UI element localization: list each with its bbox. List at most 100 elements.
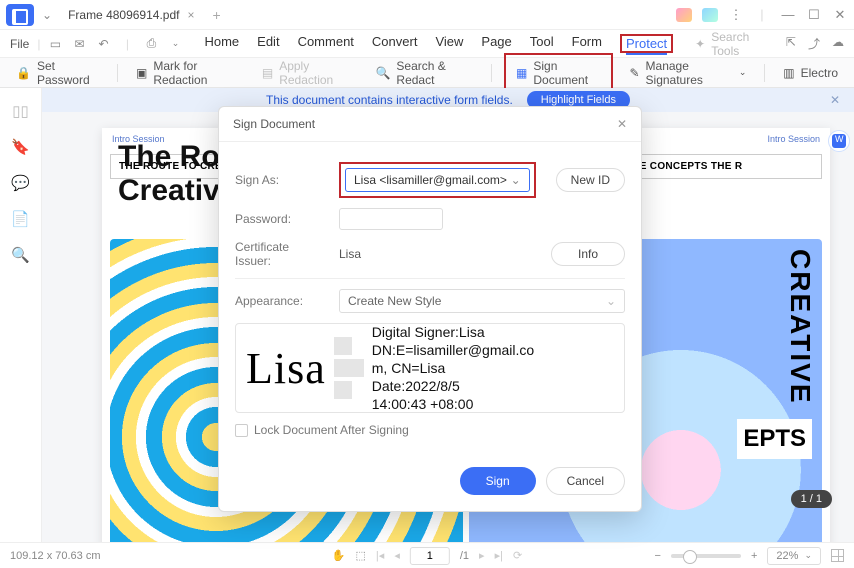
menu-edit[interactable]: Edit (257, 34, 279, 53)
cloud-icon[interactable]: ☁ (832, 35, 844, 52)
share-icon[interactable]: ⤴ (808, 35, 820, 52)
search-panel-icon[interactable]: 🔍 (11, 246, 30, 264)
print-caret-icon[interactable]: ⌄ (168, 38, 182, 49)
redact-icon: ▣ (136, 66, 147, 80)
menu-form[interactable]: Form (572, 34, 602, 53)
vertical-label: CREATIVE (784, 249, 816, 405)
manage-signatures-button[interactable]: ✎Manage Signatures⌄ (623, 55, 752, 91)
kebab-menu-icon[interactable]: ⋮ (728, 7, 744, 23)
search-redact-button[interactable]: 🔍Search & Redact (369, 55, 479, 91)
lock-label: Lock Document After Signing (254, 423, 409, 437)
mail-icon[interactable]: ✉ (72, 37, 86, 51)
chevron-down-icon: ⌄ (804, 550, 812, 561)
highlight-box-sign: ▦ Sign Document (504, 53, 613, 93)
separator (117, 64, 118, 82)
close-tab-icon[interactable]: × (187, 8, 194, 22)
file-menu[interactable]: File (10, 37, 29, 51)
menu-protect[interactable]: Protect (626, 36, 667, 55)
divider (235, 278, 625, 279)
menu-page[interactable]: Page (481, 34, 511, 53)
lock-icon: 🔒 (16, 66, 31, 80)
info-button[interactable]: Info (551, 242, 625, 266)
comments-icon[interactable]: 💬 (11, 174, 30, 192)
separator (764, 64, 765, 82)
menu-tool[interactable]: Tool (530, 34, 554, 53)
set-password-button[interactable]: 🔒 Set Password (10, 55, 105, 91)
view-mode-icon[interactable] (831, 549, 844, 562)
attachments-icon[interactable]: 📄 (11, 210, 30, 228)
print-icon[interactable]: ⎙ (144, 36, 158, 51)
banner-close-icon[interactable]: ✕ (830, 93, 840, 107)
last-page-icon[interactable]: ▸| (495, 549, 503, 562)
highlight-box-signas: Lisa <lisamiller@gmail.com> ⌄ (339, 162, 536, 198)
cancel-button[interactable]: Cancel (546, 467, 625, 495)
dialog-close-icon[interactable]: ✕ (617, 117, 627, 131)
prev-page-icon[interactable]: ◂ (394, 549, 400, 562)
menu-comment[interactable]: Comment (298, 34, 354, 53)
sign-as-select[interactable]: Lisa <lisamiller@gmail.com> ⌄ (345, 168, 530, 192)
minimize-button[interactable]: — (780, 7, 796, 22)
zoom-in-icon[interactable]: + (751, 550, 757, 562)
page-input[interactable] (410, 547, 450, 565)
new-tab-button[interactable]: + (213, 7, 221, 23)
set-password-label: Set Password (37, 59, 99, 87)
cursor-coords: 109.12 x 70.63 cm (10, 550, 101, 562)
close-window-button[interactable]: ✕ (832, 7, 848, 23)
signature-icon: ▦ (516, 66, 527, 80)
mark-redaction-button[interactable]: ▣Mark for Redaction (130, 55, 246, 91)
menu-view[interactable]: View (435, 34, 463, 53)
cert-issuer-value: Lisa (339, 247, 539, 261)
highlight-box-protect: Protect (620, 34, 673, 53)
sign-document-label: Sign Document (533, 59, 601, 87)
apply-redaction-button: ▤ Apply Redaction (256, 55, 360, 91)
first-page-icon[interactable]: |◂ (376, 549, 384, 562)
certificate-icon: ▥ (783, 66, 794, 80)
word-export-badge[interactable] (828, 130, 850, 152)
sign-document-button[interactable]: ▦ Sign Document (510, 55, 607, 91)
chevron-down-icon: ⌄ (739, 67, 747, 78)
accent-icon (676, 8, 692, 22)
page-total: /1 (460, 550, 469, 562)
document-tab[interactable]: Frame 48096914.pdf × (58, 4, 204, 26)
open-external-icon[interactable]: ⇱ (786, 35, 796, 52)
next-page-icon[interactable]: ▸ (479, 549, 485, 562)
zoom-slider[interactable] (671, 554, 741, 558)
appearance-select[interactable]: Create New Style ⌄ (339, 289, 625, 313)
sparkle-icon: ✦ (695, 37, 705, 51)
menu-home[interactable]: Home (204, 34, 239, 53)
chevron-down-icon: ⌄ (511, 173, 521, 187)
sign-button[interactable]: Sign (460, 467, 536, 495)
sig-meta-time: 14:00:43 +08:00 (372, 395, 534, 413)
manage-signatures-label: Manage Signatures (646, 59, 733, 87)
zoom-select[interactable]: 22%⌄ (767, 547, 821, 565)
divider: | (120, 37, 134, 51)
bookmark-icon[interactable]: 🔖 (11, 138, 30, 156)
new-id-button[interactable]: New ID (556, 168, 625, 192)
save-icon[interactable]: ▭ (48, 37, 62, 51)
thumbnails-icon[interactable]: ▯▯ (12, 102, 29, 120)
password-input[interactable] (339, 208, 443, 230)
tab-chevron-icon: ⌄ (42, 8, 52, 22)
select-tool-icon[interactable]: ⬚ (356, 549, 366, 562)
maximize-button[interactable]: ☐ (806, 7, 822, 23)
rotate-icon[interactable]: ⟳ (513, 549, 522, 562)
appearance-label: Appearance: (235, 294, 327, 308)
signature-name: Lisa (246, 343, 326, 394)
zoom-out-icon[interactable]: − (655, 550, 661, 562)
sig-meta-signer: Digital Signer:Lisa (372, 323, 534, 341)
hand-tool-icon[interactable]: ✋ (332, 549, 346, 562)
divider: | (37, 37, 40, 51)
theme-icon[interactable] (702, 8, 718, 22)
chevron-down-icon: ⌄ (606, 294, 616, 308)
dialog-title: Sign Document (233, 117, 315, 131)
menu-convert[interactable]: Convert (372, 34, 418, 53)
signature-preview: Lisa Digital Signer:Lisa DN:E=lisamiller… (235, 323, 625, 413)
sig-meta-date: Date:2022/8/5 (372, 377, 534, 395)
apply-redaction-label: Apply Redaction (279, 59, 353, 87)
password-label: Password: (235, 212, 327, 226)
lock-checkbox[interactable]: Lock Document After Signing (235, 423, 625, 437)
search-tools[interactable]: ✦ Search Tools (695, 30, 778, 58)
undo-icon[interactable]: ↶ (96, 37, 110, 51)
electronic-button[interactable]: ▥Electro (777, 62, 844, 84)
apply-redact-icon: ▤ (262, 66, 273, 80)
